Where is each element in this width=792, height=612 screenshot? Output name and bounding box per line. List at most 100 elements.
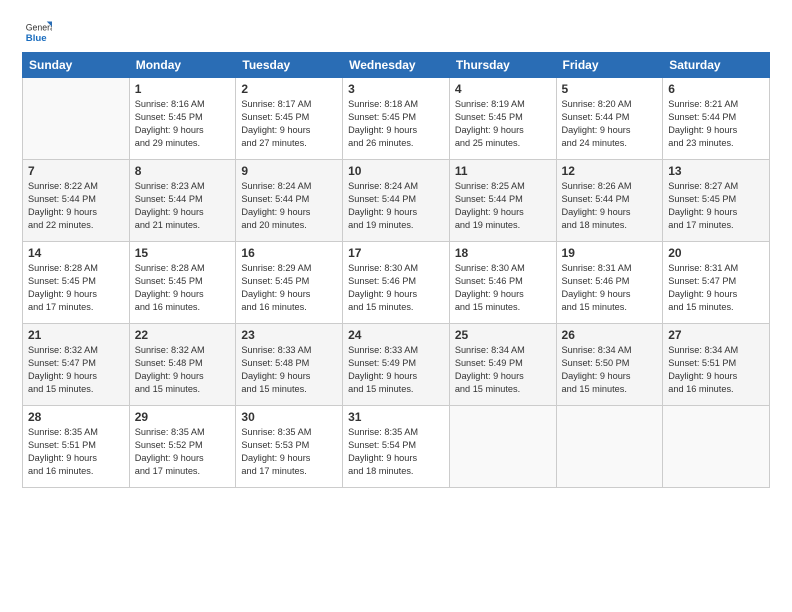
day-number: 28 bbox=[28, 410, 124, 424]
day-info: Sunrise: 8:28 AM Sunset: 5:45 PM Dayligh… bbox=[135, 262, 231, 314]
day-info: Sunrise: 8:30 AM Sunset: 5:46 PM Dayligh… bbox=[348, 262, 444, 314]
day-number: 27 bbox=[668, 328, 764, 342]
day-info: Sunrise: 8:17 AM Sunset: 5:45 PM Dayligh… bbox=[241, 98, 337, 150]
calendar-cell: 31 Sunrise: 8:35 AM Sunset: 5:54 PM Dayli… bbox=[343, 406, 450, 488]
day-number: 26 bbox=[562, 328, 658, 342]
day-number: 1 bbox=[135, 82, 231, 96]
weekday-header-saturday: Saturday bbox=[663, 53, 770, 78]
day-info: Sunrise: 8:28 AM Sunset: 5:45 PM Dayligh… bbox=[28, 262, 124, 314]
day-info: Sunrise: 8:35 AM Sunset: 5:52 PM Dayligh… bbox=[135, 426, 231, 478]
calendar-cell: 21 Sunrise: 8:32 AM Sunset: 5:47 PM Dayli… bbox=[23, 324, 130, 406]
day-number: 9 bbox=[241, 164, 337, 178]
calendar-cell: 26 Sunrise: 8:34 AM Sunset: 5:50 PM Dayli… bbox=[556, 324, 663, 406]
day-info: Sunrise: 8:21 AM Sunset: 5:44 PM Dayligh… bbox=[668, 98, 764, 150]
day-number: 4 bbox=[455, 82, 551, 96]
calendar-cell: 10Sunrise: 8:24 AM Sunset: 5:44 PM Dayli… bbox=[343, 160, 450, 242]
day-info: Sunrise: 8:24 AM Sunset: 5:44 PM Dayligh… bbox=[241, 180, 337, 232]
calendar-cell bbox=[23, 78, 130, 160]
calendar-table: SundayMondayTuesdayWednesdayThursdayFrid… bbox=[22, 52, 770, 488]
day-number: 20 bbox=[668, 246, 764, 260]
day-number: 8 bbox=[135, 164, 231, 178]
day-info: Sunrise: 8:32 AM Sunset: 5:47 PM Dayligh… bbox=[28, 344, 124, 396]
calendar-week-row: 21 Sunrise: 8:32 AM Sunset: 5:47 PM Dayli… bbox=[23, 324, 770, 406]
day-number: 15 bbox=[135, 246, 231, 260]
day-info: Sunrise: 8:34 AM Sunset: 5:49 PM Dayligh… bbox=[455, 344, 551, 396]
day-number: 29 bbox=[135, 410, 231, 424]
calendar-cell: 27 Sunrise: 8:34 AM Sunset: 5:51 PM Dayli… bbox=[663, 324, 770, 406]
calendar-cell: 24 Sunrise: 8:33 AM Sunset: 5:49 PM Dayli… bbox=[343, 324, 450, 406]
weekday-header-tuesday: Tuesday bbox=[236, 53, 343, 78]
svg-text:Blue: Blue bbox=[26, 33, 47, 44]
calendar-cell: 2 Sunrise: 8:17 AM Sunset: 5:45 PM Daylig… bbox=[236, 78, 343, 160]
header: General Blue bbox=[22, 18, 770, 46]
day-info: Sunrise: 8:29 AM Sunset: 5:45 PM Dayligh… bbox=[241, 262, 337, 314]
day-number: 21 bbox=[28, 328, 124, 342]
day-info: Sunrise: 8:31 AM Sunset: 5:46 PM Dayligh… bbox=[562, 262, 658, 314]
day-info: Sunrise: 8:20 AM Sunset: 5:44 PM Dayligh… bbox=[562, 98, 658, 150]
calendar-cell bbox=[556, 406, 663, 488]
day-info: Sunrise: 8:22 AM Sunset: 5:44 PM Dayligh… bbox=[28, 180, 124, 232]
calendar-cell: 20 Sunrise: 8:31 AM Sunset: 5:47 PM Dayli… bbox=[663, 242, 770, 324]
calendar-cell: 19Sunrise: 8:31 AM Sunset: 5:46 PM Dayli… bbox=[556, 242, 663, 324]
day-info: Sunrise: 8:34 AM Sunset: 5:50 PM Dayligh… bbox=[562, 344, 658, 396]
day-number: 6 bbox=[668, 82, 764, 96]
calendar-cell: 17Sunrise: 8:30 AM Sunset: 5:46 PM Dayli… bbox=[343, 242, 450, 324]
day-info: Sunrise: 8:30 AM Sunset: 5:46 PM Dayligh… bbox=[455, 262, 551, 314]
calendar-cell: 6 Sunrise: 8:21 AM Sunset: 5:44 PM Daylig… bbox=[663, 78, 770, 160]
day-number: 3 bbox=[348, 82, 444, 96]
calendar-cell: 18Sunrise: 8:30 AM Sunset: 5:46 PM Dayli… bbox=[449, 242, 556, 324]
calendar-cell: 23Sunrise: 8:33 AM Sunset: 5:48 PM Dayli… bbox=[236, 324, 343, 406]
weekday-header-wednesday: Wednesday bbox=[343, 53, 450, 78]
calendar-cell: 5 Sunrise: 8:20 AM Sunset: 5:44 PM Daylig… bbox=[556, 78, 663, 160]
calendar-cell: 14 Sunrise: 8:28 AM Sunset: 5:45 PM Dayli… bbox=[23, 242, 130, 324]
calendar-cell: 25 Sunrise: 8:34 AM Sunset: 5:49 PM Dayli… bbox=[449, 324, 556, 406]
weekday-header-thursday: Thursday bbox=[449, 53, 556, 78]
day-info: Sunrise: 8:27 AM Sunset: 5:45 PM Dayligh… bbox=[668, 180, 764, 232]
day-info: Sunrise: 8:34 AM Sunset: 5:51 PM Dayligh… bbox=[668, 344, 764, 396]
calendar-cell: 29 Sunrise: 8:35 AM Sunset: 5:52 PM Dayli… bbox=[129, 406, 236, 488]
day-info: Sunrise: 8:35 AM Sunset: 5:54 PM Dayligh… bbox=[348, 426, 444, 478]
weekday-header-friday: Friday bbox=[556, 53, 663, 78]
day-number: 12 bbox=[562, 164, 658, 178]
day-number: 5 bbox=[562, 82, 658, 96]
calendar-cell: 7 Sunrise: 8:22 AM Sunset: 5:44 PM Daylig… bbox=[23, 160, 130, 242]
day-info: Sunrise: 8:25 AM Sunset: 5:44 PM Dayligh… bbox=[455, 180, 551, 232]
day-info: Sunrise: 8:32 AM Sunset: 5:48 PM Dayligh… bbox=[135, 344, 231, 396]
calendar-cell: 9 Sunrise: 8:24 AM Sunset: 5:44 PM Daylig… bbox=[236, 160, 343, 242]
day-number: 22 bbox=[135, 328, 231, 342]
logo: General Blue bbox=[22, 18, 52, 46]
calendar-cell: 3Sunrise: 8:18 AM Sunset: 5:45 PM Daylig… bbox=[343, 78, 450, 160]
day-info: Sunrise: 8:23 AM Sunset: 5:44 PM Dayligh… bbox=[135, 180, 231, 232]
calendar-cell: 1Sunrise: 8:16 AM Sunset: 5:45 PM Daylig… bbox=[129, 78, 236, 160]
calendar-cell: 8 Sunrise: 8:23 AM Sunset: 5:44 PM Daylig… bbox=[129, 160, 236, 242]
day-number: 25 bbox=[455, 328, 551, 342]
day-info: Sunrise: 8:31 AM Sunset: 5:47 PM Dayligh… bbox=[668, 262, 764, 314]
weekday-header-monday: Monday bbox=[129, 53, 236, 78]
calendar-cell bbox=[449, 406, 556, 488]
logo-icon: General Blue bbox=[24, 18, 52, 46]
calendar-cell: 13 Sunrise: 8:27 AM Sunset: 5:45 PM Dayli… bbox=[663, 160, 770, 242]
calendar-week-row: 7 Sunrise: 8:22 AM Sunset: 5:44 PM Daylig… bbox=[23, 160, 770, 242]
calendar-cell: 4Sunrise: 8:19 AM Sunset: 5:45 PM Daylig… bbox=[449, 78, 556, 160]
day-info: Sunrise: 8:35 AM Sunset: 5:53 PM Dayligh… bbox=[241, 426, 337, 478]
day-number: 10 bbox=[348, 164, 444, 178]
day-number: 13 bbox=[668, 164, 764, 178]
day-info: Sunrise: 8:33 AM Sunset: 5:48 PM Dayligh… bbox=[241, 344, 337, 396]
day-number: 2 bbox=[241, 82, 337, 96]
calendar-cell: 28 Sunrise: 8:35 AM Sunset: 5:51 PM Dayli… bbox=[23, 406, 130, 488]
day-number: 7 bbox=[28, 164, 124, 178]
calendar-cell bbox=[663, 406, 770, 488]
calendar-cell: 22 Sunrise: 8:32 AM Sunset: 5:48 PM Dayli… bbox=[129, 324, 236, 406]
weekday-header-row: SundayMondayTuesdayWednesdayThursdayFrid… bbox=[23, 53, 770, 78]
day-number: 31 bbox=[348, 410, 444, 424]
calendar-cell: 11Sunrise: 8:25 AM Sunset: 5:44 PM Dayli… bbox=[449, 160, 556, 242]
day-info: Sunrise: 8:33 AM Sunset: 5:49 PM Dayligh… bbox=[348, 344, 444, 396]
day-number: 30 bbox=[241, 410, 337, 424]
day-number: 24 bbox=[348, 328, 444, 342]
day-info: Sunrise: 8:35 AM Sunset: 5:51 PM Dayligh… bbox=[28, 426, 124, 478]
day-number: 16 bbox=[241, 246, 337, 260]
calendar-cell: 12Sunrise: 8:26 AM Sunset: 5:44 PM Dayli… bbox=[556, 160, 663, 242]
day-number: 14 bbox=[28, 246, 124, 260]
calendar-week-row: 14 Sunrise: 8:28 AM Sunset: 5:45 PM Dayli… bbox=[23, 242, 770, 324]
page: General Blue SundayMondayTuesdayWednesda… bbox=[0, 0, 792, 612]
